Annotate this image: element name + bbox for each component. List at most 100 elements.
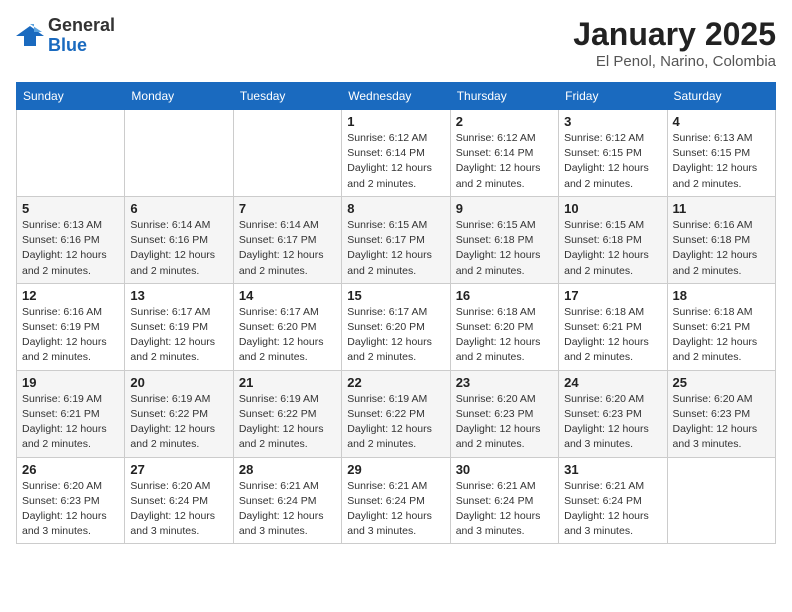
day-number: 19 [22, 375, 119, 390]
calendar-cell: 15 Sunrise: 6:17 AMSunset: 6:20 PMDayligh… [342, 283, 450, 370]
calendar-week-row: 19 Sunrise: 6:19 AMSunset: 6:21 PMDayligh… [17, 370, 776, 457]
calendar-cell: 20 Sunrise: 6:19 AMSunset: 6:22 PMDayligh… [125, 370, 233, 457]
calendar-cell: 19 Sunrise: 6:19 AMSunset: 6:21 PMDayligh… [17, 370, 125, 457]
day-info: Sunrise: 6:19 AMSunset: 6:22 PMDaylight:… [347, 392, 444, 453]
day-number: 12 [22, 288, 119, 303]
calendar-cell: 27 Sunrise: 6:20 AMSunset: 6:24 PMDayligh… [125, 457, 233, 544]
day-number: 28 [239, 462, 336, 477]
calendar-cell: 25 Sunrise: 6:20 AMSunset: 6:23 PMDayligh… [667, 370, 775, 457]
logo-general: General [48, 16, 115, 36]
logo-blue: Blue [48, 36, 115, 56]
day-number: 30 [456, 462, 553, 477]
day-number: 31 [564, 462, 661, 477]
calendar-cell: 1Sunrise: 6:12 AMSunset: 6:14 PMDaylight… [342, 110, 450, 197]
day-number: 5 [22, 201, 119, 216]
calendar-day-header: Saturday [667, 83, 775, 110]
day-number: 20 [130, 375, 227, 390]
day-number: 26 [22, 462, 119, 477]
calendar-day-header: Thursday [450, 83, 558, 110]
calendar-cell: 14Sunrise: 6:17 AMSunset: 6:20 PMDayligh… [233, 283, 341, 370]
month-title: January 2025 [573, 16, 776, 53]
calendar-cell: 30 Sunrise: 6:21 AMSunset: 6:24 PMDayligh… [450, 457, 558, 544]
day-number: 29 [347, 462, 444, 477]
day-number: 9 [456, 201, 553, 216]
calendar-cell: 7Sunrise: 6:14 AMSunset: 6:17 PMDaylight… [233, 196, 341, 283]
day-info: Sunrise: 6:21 AMSunset: 6:24 PMDaylight:… [239, 479, 336, 540]
calendar-week-row: 26 Sunrise: 6:20 AMSunset: 6:23 PMDayligh… [17, 457, 776, 544]
day-info: Sunrise: 6:18 AMSunset: 6:21 PMDaylight:… [564, 305, 661, 366]
calendar-table: SundayMondayTuesdayWednesdayThursdayFrid… [16, 82, 776, 544]
calendar-cell: 21Sunrise: 6:19 AMSunset: 6:22 PMDayligh… [233, 370, 341, 457]
calendar-cell [233, 110, 341, 197]
calendar-cell: 23 Sunrise: 6:20 AMSunset: 6:23 PMDayligh… [450, 370, 558, 457]
day-info: Sunrise: 6:16 AMSunset: 6:18 PMDaylight:… [673, 218, 770, 279]
day-info: Sunrise: 6:15 AMSunset: 6:17 PMDaylight:… [347, 218, 444, 279]
day-number: 10 [564, 201, 661, 216]
day-info: Sunrise: 6:17 AMSunset: 6:20 PMDaylight:… [239, 305, 336, 366]
calendar-cell: 29 Sunrise: 6:21 AMSunset: 6:24 PMDayligh… [342, 457, 450, 544]
day-number: 17 [564, 288, 661, 303]
day-info: Sunrise: 6:20 AMSunset: 6:24 PMDaylight:… [130, 479, 227, 540]
day-number: 13 [130, 288, 227, 303]
day-info: Sunrise: 6:20 AMSunset: 6:23 PMDaylight:… [456, 392, 553, 453]
page-header: General Blue January 2025 El Penol, Nari… [16, 16, 776, 70]
calendar-cell: 10 Sunrise: 6:15 AMSunset: 6:18 PMDayligh… [559, 196, 667, 283]
calendar-cell: 3 Sunrise: 6:12 AMSunset: 6:15 PMDaylight… [559, 110, 667, 197]
day-info: Sunrise: 6:20 AMSunset: 6:23 PMDaylight:… [564, 392, 661, 453]
day-info: Sunrise: 6:17 AMSunset: 6:19 PMDaylight:… [130, 305, 227, 366]
calendar-cell: 13 Sunrise: 6:17 AMSunset: 6:19 PMDayligh… [125, 283, 233, 370]
day-info: Sunrise: 6:12 AMSunset: 6:14 PMDaylight:… [456, 131, 553, 192]
day-info: Sunrise: 6:20 AMSunset: 6:23 PMDaylight:… [22, 479, 119, 540]
title-block: January 2025 El Penol, Narino, Colombia [573, 16, 776, 70]
day-number: 24 [564, 375, 661, 390]
day-info: Sunrise: 6:19 AMSunset: 6:22 PMDaylight:… [130, 392, 227, 453]
day-number: 3 [564, 114, 661, 129]
day-number: 4 [673, 114, 770, 129]
day-info: Sunrise: 6:14 AMSunset: 6:16 PMDaylight:… [130, 218, 227, 279]
day-info: Sunrise: 6:12 AMSunset: 6:14 PMDaylight:… [347, 131, 444, 192]
day-number: 23 [456, 375, 553, 390]
day-info: Sunrise: 6:19 AMSunset: 6:21 PMDaylight:… [22, 392, 119, 453]
day-info: Sunrise: 6:12 AMSunset: 6:15 PMDaylight:… [564, 131, 661, 192]
day-info: Sunrise: 6:21 AMSunset: 6:24 PMDaylight:… [347, 479, 444, 540]
logo: General Blue [16, 16, 115, 56]
calendar-cell: 28 Sunrise: 6:21 AMSunset: 6:24 PMDayligh… [233, 457, 341, 544]
calendar-cell [667, 457, 775, 544]
calendar-day-header: Monday [125, 83, 233, 110]
calendar-cell: 31Sunrise: 6:21 AMSunset: 6:24 PMDayligh… [559, 457, 667, 544]
day-info: Sunrise: 6:19 AMSunset: 6:22 PMDaylight:… [239, 392, 336, 453]
day-number: 27 [130, 462, 227, 477]
calendar-cell: 8 Sunrise: 6:15 AMSunset: 6:17 PMDaylight… [342, 196, 450, 283]
calendar-day-header: Tuesday [233, 83, 341, 110]
calendar-week-row: 12Sunrise: 6:16 AMSunset: 6:19 PMDayligh… [17, 283, 776, 370]
day-info: Sunrise: 6:13 AMSunset: 6:16 PMDaylight:… [22, 218, 119, 279]
location: El Penol, Narino, Colombia [573, 53, 776, 70]
calendar-header-row: SundayMondayTuesdayWednesdayThursdayFrid… [17, 83, 776, 110]
logo-icon [16, 22, 44, 50]
day-number: 7 [239, 201, 336, 216]
day-info: Sunrise: 6:21 AMSunset: 6:24 PMDaylight:… [456, 479, 553, 540]
day-number: 16 [456, 288, 553, 303]
day-info: Sunrise: 6:17 AMSunset: 6:20 PMDaylight:… [347, 305, 444, 366]
calendar-cell [125, 110, 233, 197]
day-info: Sunrise: 6:20 AMSunset: 6:23 PMDaylight:… [673, 392, 770, 453]
calendar-cell: 12Sunrise: 6:16 AMSunset: 6:19 PMDayligh… [17, 283, 125, 370]
calendar-cell: 9Sunrise: 6:15 AMSunset: 6:18 PMDaylight… [450, 196, 558, 283]
day-info: Sunrise: 6:15 AMSunset: 6:18 PMDaylight:… [564, 218, 661, 279]
calendar-cell: 16 Sunrise: 6:18 AMSunset: 6:20 PMDayligh… [450, 283, 558, 370]
day-number: 8 [347, 201, 444, 216]
logo-text: General Blue [48, 16, 115, 56]
calendar-cell: 4Sunrise: 6:13 AMSunset: 6:15 PMDaylight… [667, 110, 775, 197]
day-number: 2 [456, 114, 553, 129]
calendar-cell: 5 Sunrise: 6:13 AMSunset: 6:16 PMDaylight… [17, 196, 125, 283]
calendar-cell: 26 Sunrise: 6:20 AMSunset: 6:23 PMDayligh… [17, 457, 125, 544]
day-number: 15 [347, 288, 444, 303]
calendar-week-row: 1Sunrise: 6:12 AMSunset: 6:14 PMDaylight… [17, 110, 776, 197]
day-info: Sunrise: 6:18 AMSunset: 6:21 PMDaylight:… [673, 305, 770, 366]
day-info: Sunrise: 6:18 AMSunset: 6:20 PMDaylight:… [456, 305, 553, 366]
calendar-cell: 2 Sunrise: 6:12 AMSunset: 6:14 PMDaylight… [450, 110, 558, 197]
day-number: 6 [130, 201, 227, 216]
day-number: 18 [673, 288, 770, 303]
day-number: 11 [673, 201, 770, 216]
day-number: 25 [673, 375, 770, 390]
